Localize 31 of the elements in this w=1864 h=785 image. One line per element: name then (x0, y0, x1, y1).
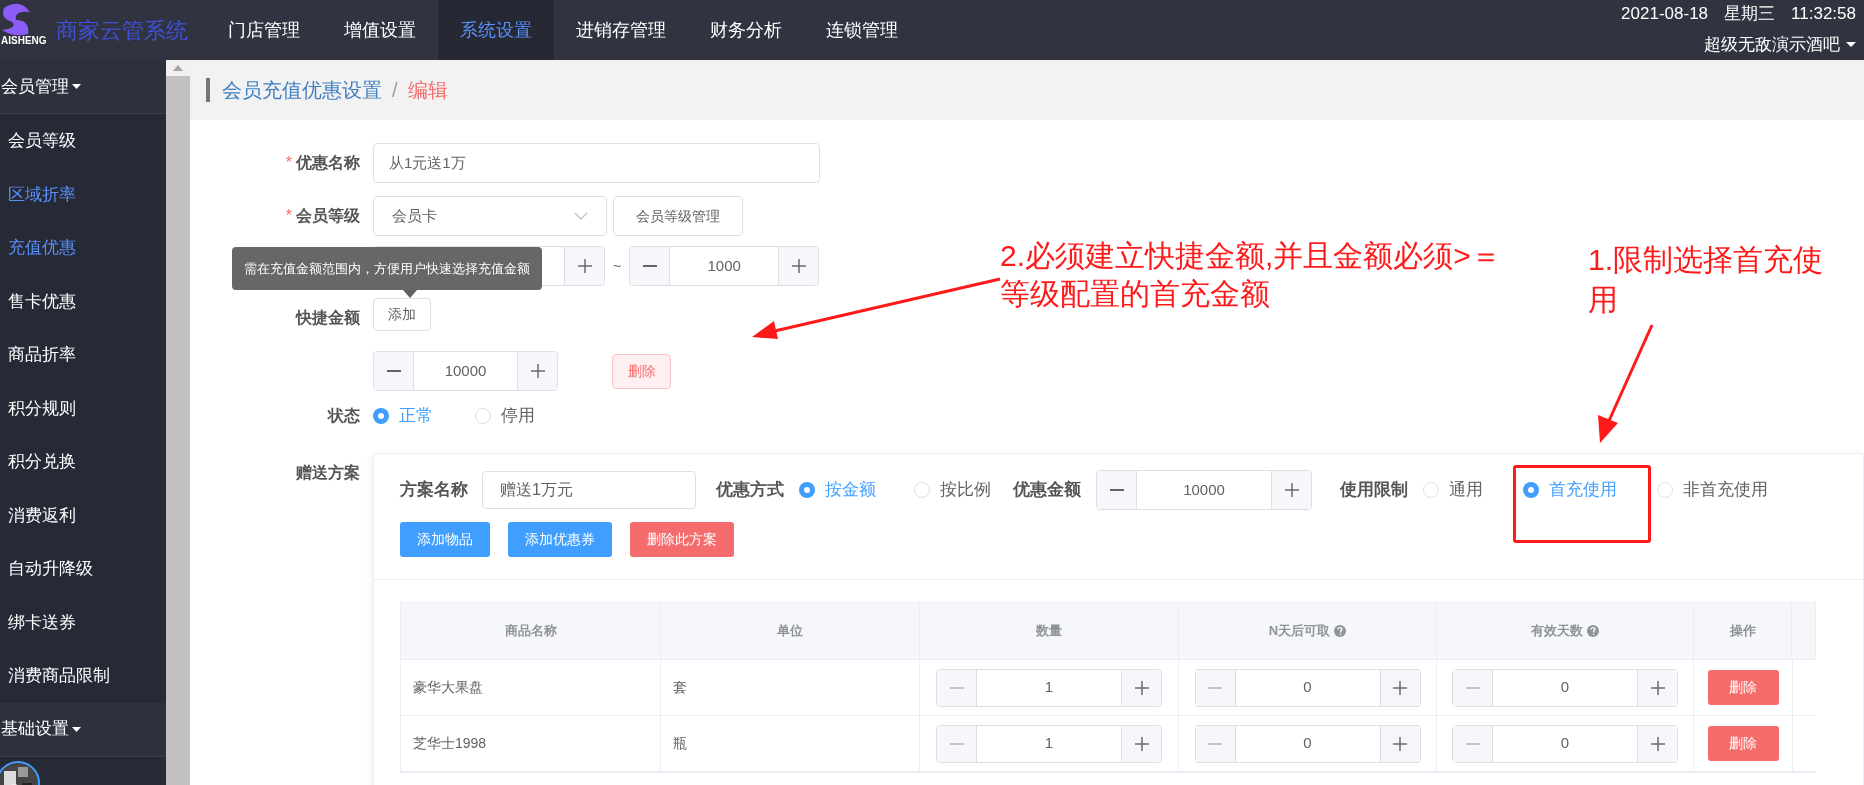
annotation-text: 2.必须建立快捷金额,并且金额必须>＝ 等级配置的首充金额 (1000, 238, 1501, 312)
logo-text: AISHENG (1, 36, 47, 46)
field-label: 使用限制 (1340, 479, 1408, 502)
breadcrumb-separator: / (392, 78, 398, 103)
column-header: 操作 (1694, 603, 1792, 659)
column-header: 商品名称 (401, 603, 661, 659)
table-cell: 芝华士1998 (401, 716, 661, 771)
column-header: N天后可取 (1179, 603, 1437, 659)
field-label: 会员等级 (296, 206, 360, 226)
table-cell: 瓶 (661, 716, 920, 771)
field-label: 方案名称 (400, 479, 468, 502)
weekday-text: 星期三 (1724, 3, 1776, 25)
date-text: 2021-08-18 (1621, 3, 1709, 25)
column-header: 数量 (920, 603, 1179, 659)
field-label: 状态 (328, 406, 360, 426)
time-text: 11:32:58 (1791, 3, 1856, 25)
field-label: 快捷金额 (296, 308, 360, 328)
annotation-text: 1.限制选择首充使 用 (1588, 242, 1824, 318)
breadcrumb-item: 编辑 (407, 78, 448, 103)
range-separator: ~ (612, 256, 623, 276)
field-label: 优惠名称 (296, 153, 360, 173)
field-label: 优惠方式 (716, 479, 784, 502)
column-header: 单位 (661, 603, 920, 659)
app-title: 商家云管系统 (56, 16, 188, 45)
required-mark: * (285, 206, 292, 226)
table-cell: 套 (661, 660, 920, 715)
table-cell: 豪华大果盘 (401, 660, 661, 715)
required-mark: * (285, 153, 292, 173)
field-label: 赠送方案 (296, 463, 360, 483)
column-header: 有效天数 (1437, 603, 1694, 659)
field-label: 优惠金额 (1013, 479, 1081, 502)
